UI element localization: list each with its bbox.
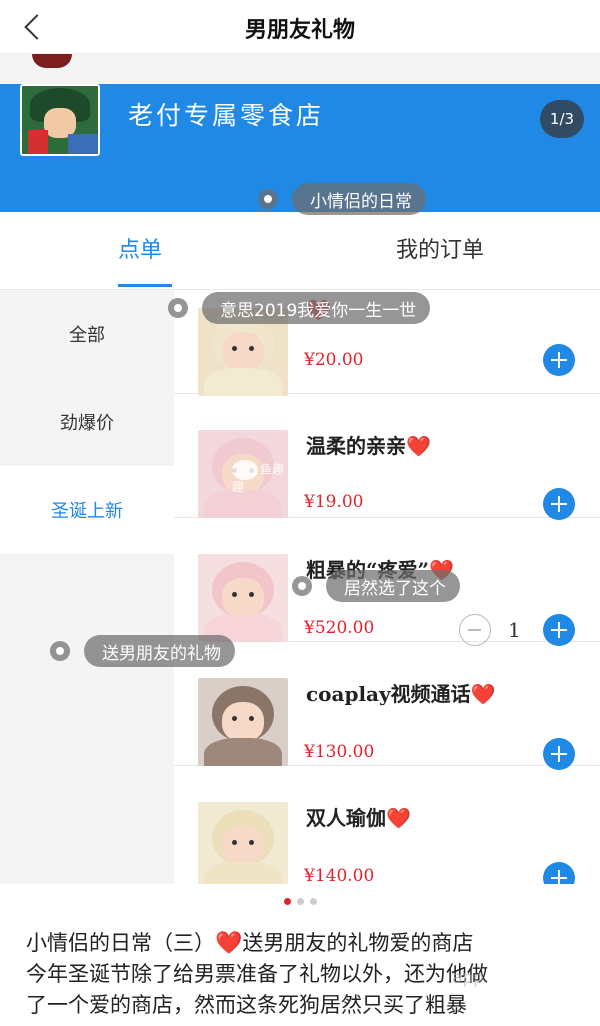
caption-tag[interactable]: 小情侣的日常 xyxy=(292,183,426,215)
carousel-dot xyxy=(283,898,291,905)
tag-anchor-dot xyxy=(258,189,278,209)
quantity-value: 1 xyxy=(508,618,521,642)
page-title: 男朋友礼物 xyxy=(244,18,355,43)
product-image xyxy=(198,678,288,766)
product-price: ¥20.00 xyxy=(304,350,364,370)
tab-bar: 点单 我的订单 xyxy=(0,212,600,290)
product-image xyxy=(198,554,288,642)
caption-tag[interactable]: 送男朋友的礼物 xyxy=(84,635,235,667)
product-item[interactable]: 鱼趣趣 温柔的亲亲❤️ ¥19.00 xyxy=(174,394,600,520)
product-name: 温柔的亲亲❤️ xyxy=(306,434,431,458)
image-pager-badge: 1/3 xyxy=(540,100,584,138)
caption-tag[interactable]: 居然选了这个 xyxy=(326,570,460,602)
product-name: 双人瑜伽❤️ xyxy=(306,806,411,830)
tag-anchor-dot xyxy=(50,641,70,661)
product-price: ¥19.00 xyxy=(304,492,364,512)
add-to-cart-button[interactable] xyxy=(543,862,575,884)
tag-anchor-dot xyxy=(292,576,312,596)
product-image xyxy=(198,802,288,884)
category-all[interactable]: 全部 xyxy=(0,290,174,378)
product-name: coaplay视频通话❤️ xyxy=(306,682,496,706)
shop-name: 老付专属零食店 xyxy=(128,101,325,130)
product-price: ¥130.00 xyxy=(304,742,375,762)
tab-order[interactable]: 点单 xyxy=(118,232,162,264)
active-tab-indicator xyxy=(118,284,172,287)
carousel-indicator xyxy=(0,898,600,910)
caption-tag[interactable]: 意思2019我爱你一生一世 xyxy=(202,292,431,324)
carousel-dot xyxy=(296,898,304,905)
post-header-strip xyxy=(0,54,600,86)
category-sidebar: 全部 劲爆价 圣诞上新 xyxy=(0,290,174,884)
tag-anchor-dot xyxy=(168,298,188,318)
shop-avatar-image xyxy=(20,84,100,156)
post-line: 了一个爱的商店，然而这条死狗居然只买了粗暴 xyxy=(26,993,467,1017)
post-text: 小情侣的日常（三）❤️送男朋友的礼物爱的商店 今年圣诞节除了给男票准备了礼物以外… xyxy=(26,928,582,1021)
image-watermark: 鱼趣趣 xyxy=(232,460,288,494)
top-nav-bar: 男朋友礼物 xyxy=(0,0,600,54)
corner-watermark: app xyxy=(452,968,484,988)
product-image: 鱼趣趣 xyxy=(198,430,288,518)
post-line: 今年圣诞节除了给男票准备了礼物以外，还为他做 xyxy=(26,962,488,986)
add-to-cart-button[interactable] xyxy=(543,488,575,520)
category-christmas-new[interactable]: 圣诞上新 xyxy=(0,466,174,554)
tab-my-orders[interactable]: 我的订单 xyxy=(396,232,484,264)
post-title: 小情侣的日常（三）❤️送男朋友的礼物爱的商店 xyxy=(26,931,474,956)
product-item[interactable]: coaplay视频通话❤️ ¥130.00 xyxy=(174,642,600,770)
category-hot-price[interactable]: 劲爆价 xyxy=(0,378,174,466)
product-price: ¥140.00 xyxy=(304,866,375,884)
product-item[interactable]: 双人瑜伽❤️ ¥140.00 xyxy=(174,766,600,884)
product-price: ¥520.00 xyxy=(304,618,375,638)
carousel-dot xyxy=(309,898,317,905)
add-to-cart-button[interactable] xyxy=(543,344,575,376)
